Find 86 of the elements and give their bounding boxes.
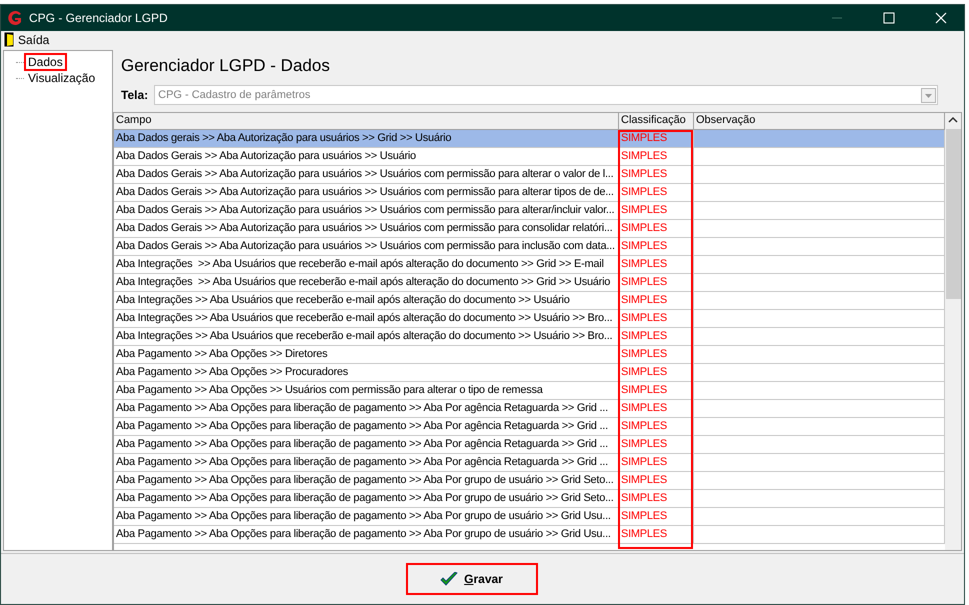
table-cell: SIMPLES xyxy=(619,148,694,165)
table-cell: Aba Pagamento >> Aba Opções para liberação de pagamento >> Aba Por grupo de usuário >> Grid Seto... xyxy=(114,472,619,489)
table-row[interactable]: Aba Integrações >> Aba Usuários que receberão e-mail após alteração do documento >> Usuário >> Bro... SIMPLES xyxy=(114,310,945,328)
close-icon[interactable] xyxy=(935,12,947,24)
table-cell: Aba Pagamento >> Aba Opções para liberação de pagamento >> Aba Por agência Retaguarda >> Grid ... xyxy=(114,436,619,453)
table-row[interactable]: Aba Dados gerais >> Aba Autorização para usuários >> Grid >> Usuário SIMPLES xyxy=(114,130,945,148)
table-cell: Aba Dados Gerais >> Aba Autorização para usuários >> Usuários com permissão para consolidar relatóri... xyxy=(114,220,619,237)
scrollbar-thumb[interactable] xyxy=(946,129,960,299)
table-cell: SIMPLES xyxy=(619,202,694,219)
tree-item[interactable]: Dados xyxy=(24,53,67,71)
table-row[interactable]: Aba Pagamento >> Aba Opções para liberação de pagamento >> Aba Por grupo de usuário >> Grid Usu... SIMPLES xyxy=(114,508,945,526)
table-cell: SIMPLES xyxy=(619,526,694,543)
table-cell: SIMPLES xyxy=(619,364,694,381)
table-cell: Aba Dados Gerais >> Aba Autorização para usuários >> Usuário xyxy=(114,148,619,165)
table-cell: SIMPLES xyxy=(619,418,694,435)
table-row[interactable]: Aba Dados Gerais >> Aba Autorização para usuários >> Usuários com permissão para alterar/incluir valor... SIMPLES xyxy=(114,202,945,220)
table-row[interactable]: Aba Pagamento >> Aba Opções para liberação de pagamento >> Aba Por grupo de usuário >> Grid Seto... SIMPLES xyxy=(114,490,945,508)
table-row[interactable]: Aba Integrações >> Aba Usuários que receberão e-mail após alteração do documento >> Grid >> Usuário SIMPLES xyxy=(114,274,945,292)
table-row[interactable]: Aba Dados Gerais >> Aba Autorização para usuários >> Usuários com permissão para alterar o valor de l... SIMPLES xyxy=(114,166,945,184)
table-cell: SIMPLES xyxy=(619,238,694,255)
table-row[interactable]: Aba Pagamento >> Aba Opções para liberação de pagamento >> Aba Por agência Retaguarda >> Grid ... SIMPLES xyxy=(114,454,945,472)
table-cell: SIMPLES xyxy=(619,256,694,273)
table-cell: Aba Pagamento >> Aba Opções >> Usuários com permissão para alterar o tipo de remessa xyxy=(114,382,619,399)
table-row[interactable]: Aba Integrações >> Aba Usuários que receberão e-mail após alteração do documento >> Usuário >> Bro... SIMPLES xyxy=(114,328,945,346)
table-row[interactable]: Aba Pagamento >> Aba Opções para liberação de pagamento >> Aba Por grupo de usuário >> Grid Usu... SIMPLES xyxy=(114,526,945,544)
checkmark-icon xyxy=(440,572,458,586)
table-cell: SIMPLES xyxy=(619,292,694,309)
maximize-icon[interactable] xyxy=(883,12,895,24)
table-cell: Aba Dados Gerais >> Aba Autorização para usuários >> Usuários com permissão para alterar tipos de de... xyxy=(114,184,619,201)
table-cell: SIMPLES xyxy=(619,436,694,453)
table-row[interactable]: Aba Dados Gerais >> Aba Autorização para usuários >> Usuário SIMPLES xyxy=(114,148,945,166)
table-cell: SIMPLES xyxy=(619,220,694,237)
table-cell: Aba Dados Gerais >> Aba Autorização para usuários >> Usuários com permissão para alterar/incluir valor... xyxy=(114,202,619,219)
table-cell: Aba Dados Gerais >> Aba Autorização para usuários >> Usuários com permissão para alterar o valor de l... xyxy=(114,166,619,183)
column-header[interactable]: Classificação xyxy=(619,113,694,129)
table-cell: Aba Pagamento >> Aba Opções para liberação de pagamento >> Aba Por grupo de usuário >> Grid Seto... xyxy=(114,490,619,507)
table-cell: SIMPLES xyxy=(619,472,694,489)
table-row[interactable]: Aba Pagamento >> Aba Opções >> Diretores SIMPLES xyxy=(114,346,945,364)
table-cell: Aba Dados gerais >> Aba Autorização para usuários >> Grid >> Usuário xyxy=(114,130,619,147)
table-cell: Aba Pagamento >> Aba Opções >> Procuradores xyxy=(114,364,619,381)
table-row[interactable]: Aba Integrações >> Aba Usuários que receberão e-mail após alteração do documento >> Usuário SIMPLES xyxy=(114,292,945,310)
door-icon xyxy=(4,32,14,47)
table-cell: Aba Integrações >> Aba Usuários que receberão e-mail após alteração do documento >> Grid >> Usuário xyxy=(114,274,619,291)
table-cell: SIMPLES xyxy=(619,382,694,399)
table-cell: Aba Integrações >> Aba Usuários que receberão e-mail após alteração do documento >> Usuário >> Bro... xyxy=(114,310,619,327)
table-cell: SIMPLES xyxy=(619,508,694,525)
table-row[interactable]: Aba Dados Gerais >> Aba Autorização para usuários >> Usuários com permissão para consolidar relatóri... SIMPLES xyxy=(114,220,945,238)
table-cell: SIMPLES xyxy=(619,400,694,417)
table-row[interactable]: Aba Integrações >> Aba Usuários que receberão e-mail após alteração do documento >> Grid >> E-mail SIMPLES xyxy=(114,256,945,274)
table-cell: SIMPLES xyxy=(619,454,694,471)
table-cell: Aba Pagamento >> Aba Opções para liberação de pagamento >> Aba Por agência Retaguarda >> Grid ... xyxy=(114,400,619,417)
page-heading: Gerenciador LGPD - Dados xyxy=(120,55,331,77)
table-cell: Aba Pagamento >> Aba Opções para liberação de pagamento >> Aba Por agência Retaguarda >> Grid ... xyxy=(114,418,619,435)
table-cell: Aba Integrações >> Aba Usuários que receberão e-mail após alteração do documento >> Usuário xyxy=(114,292,619,309)
table-cell: SIMPLES xyxy=(619,310,694,327)
table-row[interactable]: Aba Dados Gerais >> Aba Autorização para usuários >> Usuários com permissão para inclusão com data... SIMPLES xyxy=(114,238,945,256)
exit-menu-item[interactable]: Saída xyxy=(4,32,50,47)
table-cell: Aba Pagamento >> Aba Opções para liberação de pagamento >> Aba Por grupo de usuário >> Grid Usu... xyxy=(114,526,619,543)
window-title: CPG - Gerenciador LGPD xyxy=(29,11,168,25)
table-cell: Aba Integrações >> Aba Usuários que receberão e-mail após alteração do documento >> Usuário >> Bro... xyxy=(114,328,619,345)
table-row[interactable]: Aba Pagamento >> Aba Opções para liberação de pagamento >> Aba Por agência Retaguarda >> Grid ... SIMPLES xyxy=(114,418,945,436)
column-header[interactable]: Campo xyxy=(114,113,619,129)
table-row[interactable]: Aba Pagamento >> Aba Opções para liberação de pagamento >> Aba Por agência Retaguarda >> Grid ... SIMPLES xyxy=(114,436,945,454)
table-cell: SIMPLES xyxy=(619,274,694,291)
table-row[interactable]: Aba Pagamento >> Aba Opções >> Usuários com permissão para alterar o tipo de remessa SIMPLES xyxy=(114,382,945,400)
table-row[interactable]: Aba Pagamento >> Aba Opções para liberação de pagamento >> Aba Por agência Retaguarda >> Grid ... SIMPLES xyxy=(114,400,945,418)
table-cell: SIMPLES xyxy=(619,346,694,363)
table-cell: Aba Dados Gerais >> Aba Autorização para usuários >> Usuários com permissão para inclusão com data... xyxy=(114,238,619,255)
screen-dropdown[interactable]: CPG - Cadastro de parâmetros xyxy=(154,85,938,105)
table-cell: Aba Pagamento >> Aba Opções para liberação de pagamento >> Aba Por grupo de usuário >> Grid Usu... xyxy=(114,508,619,525)
table-cell: SIMPLES xyxy=(619,166,694,183)
table-cell: SIMPLES xyxy=(619,490,694,507)
tela-label: Tela: xyxy=(121,88,148,102)
table-cell: Aba Pagamento >> Aba Opções para liberação de pagamento >> Aba Por agência Retaguarda >> Grid ... xyxy=(114,454,619,471)
table-cell: SIMPLES xyxy=(619,130,694,147)
table-cell: Aba Pagamento >> Aba Opções >> Diretores xyxy=(114,346,619,363)
table-row[interactable]: Aba Pagamento >> Aba Opções para liberação de pagamento >> Aba Por grupo de usuário >> Grid Seto... SIMPLES xyxy=(114,472,945,490)
tree-item[interactable]: Visualização xyxy=(24,69,100,87)
vertical-scrollbar[interactable] xyxy=(945,113,961,550)
table-row[interactable]: Aba Dados Gerais >> Aba Autorização para usuários >> Usuários com permissão para alterar tipos de de... SIMPLES xyxy=(114,184,945,202)
table-row[interactable]: Aba Pagamento >> Aba Opções >> Procuradores SIMPLES xyxy=(114,364,945,382)
table-cell: Aba Integrações >> Aba Usuários que receberão e-mail após alteração do documento >> Grid >> E-mail xyxy=(114,256,619,273)
logo-icon xyxy=(7,10,23,26)
save-button[interactable]: Gravar xyxy=(406,563,538,595)
table-cell: SIMPLES xyxy=(619,328,694,345)
table-cell: SIMPLES xyxy=(619,184,694,201)
